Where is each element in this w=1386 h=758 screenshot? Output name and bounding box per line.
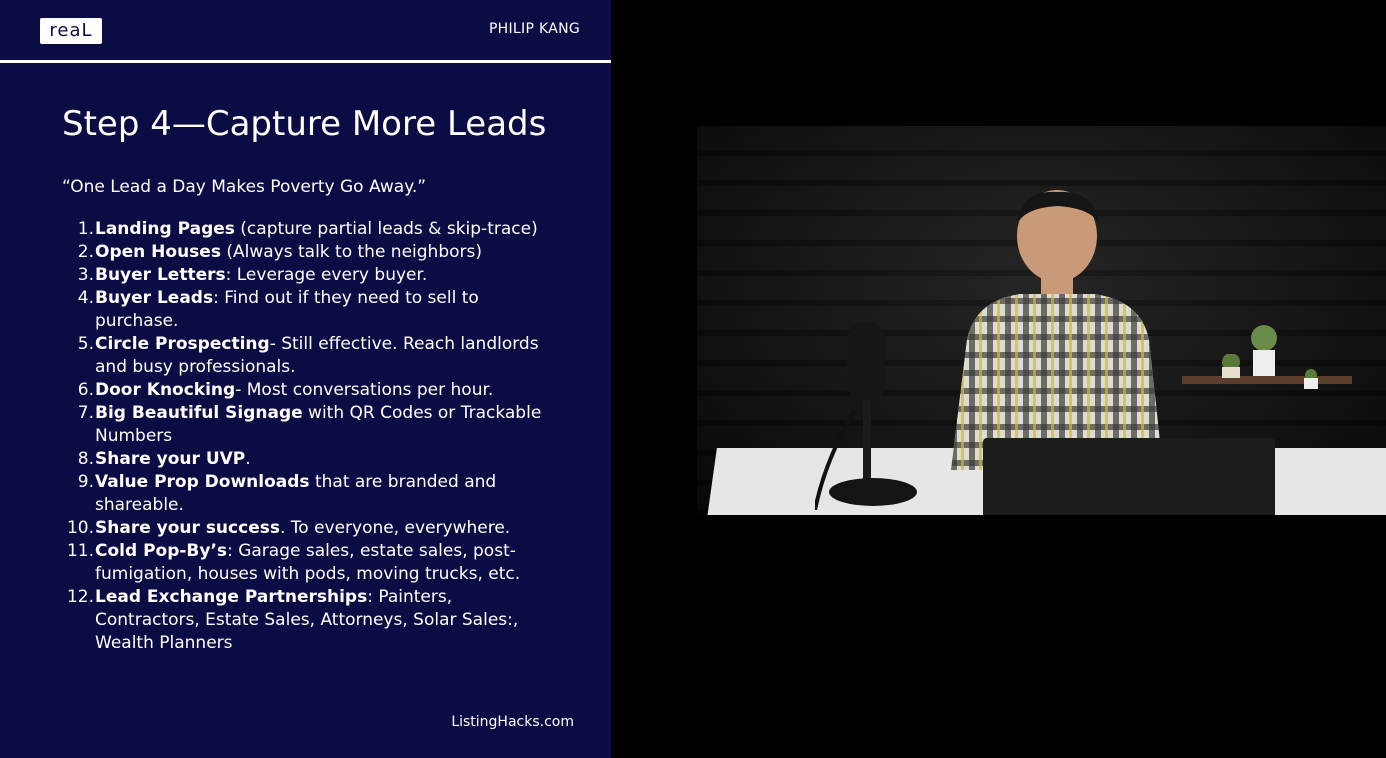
lead-title: Door Knocking bbox=[95, 380, 236, 400]
lead-item: 10. Share your success. To everyone, ever… bbox=[62, 517, 547, 540]
lead-number: 1. bbox=[77, 219, 94, 239]
presenter-name: PHILIP KANG bbox=[488, 21, 580, 37]
lead-number: 5. bbox=[77, 334, 94, 354]
lead-number: 8. bbox=[77, 449, 94, 469]
lead-title: Open Houses bbox=[95, 242, 221, 262]
lead-item: 7. Big Beautiful Signage with QR Codes or… bbox=[62, 402, 547, 448]
lead-title: Buyer Leads bbox=[95, 288, 214, 308]
lead-number: 10. bbox=[66, 518, 94, 538]
lead-title: Circle Prospecting bbox=[95, 334, 270, 354]
lead-item: 8. Share your UVP. bbox=[62, 448, 547, 471]
microphone-icon bbox=[815, 322, 917, 510]
lead-item: 11. Cold Pop-By’s: Garage sales, estate s… bbox=[62, 540, 547, 586]
lead-description: (Always talk to the neighbors) bbox=[220, 242, 483, 262]
lead-item: 9. Value Prop Downloads that are branded … bbox=[62, 471, 547, 517]
lead-number: 11. bbox=[66, 541, 94, 561]
lead-title: Lead Exchange Partnerships bbox=[95, 587, 368, 607]
lead-title: Share your UVP bbox=[95, 449, 246, 469]
lead-title: Cold Pop-By’s bbox=[95, 541, 228, 561]
plant-icon bbox=[1222, 354, 1240, 378]
wall-shelf bbox=[1182, 376, 1352, 384]
lead-title: Share your success bbox=[95, 518, 280, 538]
lead-list: 1. Landing Pages (capture partial leads &… bbox=[62, 218, 547, 655]
laptop bbox=[983, 438, 1275, 515]
lead-number: 4. bbox=[77, 288, 94, 308]
plant-icon bbox=[1251, 325, 1277, 376]
lead-description: - Most conversations per hour. bbox=[235, 380, 494, 400]
lead-item: 6. Door Knocking- Most conversations per … bbox=[62, 379, 547, 402]
presentation-slide: reaL PHILIP KANG Step 4—Capture More Lea… bbox=[0, 0, 611, 758]
slide-title: Step 4—Capture More Leads bbox=[62, 104, 547, 144]
lead-description: : Leverage every buyer. bbox=[225, 265, 428, 285]
lead-number: 2. bbox=[77, 242, 94, 262]
lead-item: 1. Landing Pages (capture partial leads &… bbox=[62, 218, 547, 241]
lead-title: Value Prop Downloads bbox=[95, 472, 310, 492]
lead-item: 2. Open Houses (Always talk to the neighb… bbox=[62, 241, 547, 264]
lead-number: 6. bbox=[77, 380, 94, 400]
lead-item: 4. Buyer Leads: Find out if they need to … bbox=[62, 287, 547, 333]
lead-title: Big Beautiful Signage bbox=[95, 403, 303, 423]
website-footer: ListingHacks.com bbox=[451, 714, 574, 730]
lead-description: . To everyone, everywhere. bbox=[279, 518, 511, 538]
lead-number: 9. bbox=[77, 472, 94, 492]
lead-title: Landing Pages bbox=[95, 219, 235, 239]
lead-item: 3. Buyer Letters: Leverage every buyer. bbox=[62, 264, 547, 287]
presenter-person bbox=[951, 190, 1163, 470]
slide-quote: “One Lead a Day Makes Poverty Go Away.” bbox=[62, 177, 427, 197]
header-divider bbox=[0, 60, 611, 63]
presenter-video bbox=[697, 126, 1386, 515]
lead-number: 12. bbox=[66, 587, 94, 607]
lead-item: 12. Lead Exchange Partnerships: Painters,… bbox=[62, 586, 547, 655]
plant-icon bbox=[1304, 369, 1318, 389]
real-logo: reaL bbox=[40, 18, 102, 44]
lead-description: (capture partial leads & skip-trace) bbox=[234, 219, 538, 239]
lead-description: . bbox=[245, 449, 251, 469]
lead-title: Buyer Letters bbox=[95, 265, 226, 285]
lead-number: 3. bbox=[77, 265, 94, 285]
lead-item: 5. Circle Prospecting- Still effective. R… bbox=[62, 333, 547, 379]
lead-number: 7. bbox=[77, 403, 94, 423]
